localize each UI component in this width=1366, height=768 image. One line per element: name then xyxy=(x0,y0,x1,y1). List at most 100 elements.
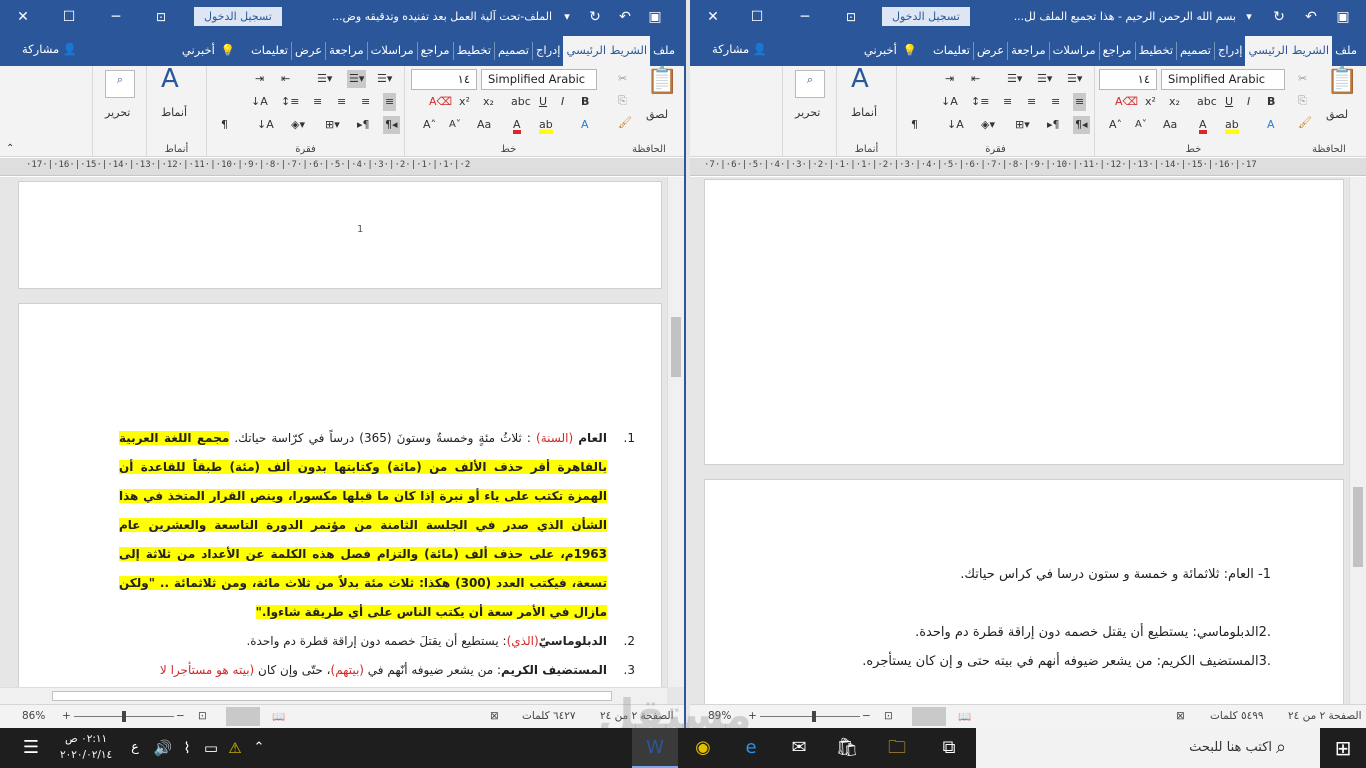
italic-icon[interactable]: I xyxy=(1247,93,1250,111)
bold-icon[interactable]: B xyxy=(581,93,589,111)
increase-indent-icon[interactable]: ⇥ xyxy=(255,70,264,88)
decrease-indent-icon[interactable]: ⇤ xyxy=(281,70,290,88)
redo-icon[interactable]: ↻ xyxy=(584,8,606,26)
document-area[interactable]: 1 1. العام (السنة) : ثلاثُ مئةٍ وخمسةٌ و… xyxy=(0,177,684,704)
signin-button[interactable]: تسجيل الدخول xyxy=(194,7,282,26)
document-page[interactable]: 1. العام (السنة) : ثلاثُ مئةٍ وخمسةٌ وست… xyxy=(18,303,662,704)
italic-icon[interactable]: I xyxy=(561,93,564,111)
tab-insert[interactable]: إدراج xyxy=(533,34,564,66)
word-count[interactable]: ٦٤٢٧ كلمات xyxy=(522,710,576,722)
styles-icon[interactable]: A xyxy=(851,66,869,92)
ltr-direction-icon[interactable]: ▸¶ xyxy=(1047,116,1060,134)
chrome-icon[interactable]: ◉ xyxy=(680,728,726,768)
task-view-icon[interactable]: ⧉ xyxy=(926,728,972,768)
superscript-icon[interactable]: x² xyxy=(1145,93,1156,111)
zoom-level[interactable]: 89% xyxy=(708,710,731,722)
tab-help[interactable]: تعليمات xyxy=(248,34,291,66)
collapse-ribbon-icon[interactable]: ⌃ xyxy=(6,140,14,158)
sort-icon[interactable]: ↓A xyxy=(251,93,268,111)
tab-file[interactable]: ملف xyxy=(650,34,678,66)
scroll-thumb[interactable] xyxy=(1353,487,1363,567)
zoom-level[interactable]: 86% xyxy=(22,710,45,722)
tab-file[interactable]: ملف xyxy=(1332,34,1360,66)
decrease-indent-icon[interactable]: ⇤ xyxy=(971,70,980,88)
sort-desc-icon[interactable]: ↓A xyxy=(257,116,274,134)
show-marks-icon[interactable]: ¶ xyxy=(911,116,918,134)
font-name-combo[interactable]: Simplified Arabic xyxy=(481,69,597,90)
tab-references[interactable]: مراجع xyxy=(1100,34,1135,66)
grow-font-icon[interactable]: A˄ xyxy=(1109,116,1122,134)
clock[interactable]: ٠٢:١١ ص ٢٠٢٠/٠٢/١٤ xyxy=(60,731,112,763)
close-icon[interactable]: ✕ xyxy=(702,8,724,26)
read-mode-icon[interactable]: 📖 xyxy=(272,710,285,723)
rtl-direction-icon[interactable]: ¶◂ xyxy=(1073,116,1090,134)
customize-qat-icon[interactable]: ▾ xyxy=(1238,8,1260,26)
justify-icon[interactable]: ≡ xyxy=(1051,93,1060,111)
cut-icon[interactable]: ✂ xyxy=(1298,70,1307,88)
store-icon[interactable]: 🛍 xyxy=(824,728,870,768)
multilevel-list-icon[interactable]: ☰▾ xyxy=(1067,70,1082,88)
zoom-slider[interactable] xyxy=(760,716,860,717)
styles-icon[interactable]: A xyxy=(161,66,179,92)
maximize-icon[interactable]: ☐ xyxy=(746,8,768,26)
focus-mode-icon[interactable]: ⊡ xyxy=(884,710,893,722)
shading-icon[interactable]: ◈▾ xyxy=(981,116,995,134)
tab-design[interactable]: تصميم xyxy=(495,34,532,66)
clear-formatting-icon[interactable]: A⌫ xyxy=(429,93,452,111)
tab-review[interactable]: مراجعة xyxy=(1008,34,1049,66)
horizontal-ruler[interactable]: ·7·|·6·|·5·|·4·|·3·|·2·|·1·|·1·|·2·|·3·|… xyxy=(690,158,1366,176)
zoom-out-icon[interactable]: + xyxy=(62,710,71,722)
cut-icon[interactable]: ✂ xyxy=(618,70,627,88)
tab-mailings[interactable]: مراسلات xyxy=(368,34,417,66)
rtl-direction-icon[interactable]: ¶◂ xyxy=(383,116,400,134)
lightbulb-icon[interactable]: 💡 xyxy=(218,34,238,66)
taskbar-search[interactable]: اكتب هنا للبحث ⌕ xyxy=(976,728,1320,768)
copy-icon[interactable]: ⎘ xyxy=(1298,92,1307,110)
align-left-icon[interactable]: ≡ xyxy=(1003,93,1012,111)
tab-layout[interactable]: تخطيط xyxy=(454,34,494,66)
align-right-icon[interactable]: ≡ xyxy=(383,93,397,111)
tab-view[interactable]: عرض xyxy=(974,34,1007,66)
paste-icon[interactable]: 📋 xyxy=(1326,68,1358,94)
document-text[interactable]: 1. العام (السنة) : ثلاثُ مئةٍ وخمسةٌ وست… xyxy=(119,424,635,685)
mail-icon[interactable]: ✉ xyxy=(776,728,822,768)
font-color-icon[interactable]: A xyxy=(513,116,521,134)
align-right-icon[interactable]: ≡ xyxy=(1073,93,1087,111)
minimize-icon[interactable]: ─ xyxy=(105,8,127,26)
borders-icon[interactable]: ⊞▾ xyxy=(1015,116,1030,134)
undo-icon[interactable]: ↶ xyxy=(1300,8,1322,26)
focus-mode-icon[interactable]: ⊡ xyxy=(198,710,207,722)
accessibility-icon[interactable]: ⊠ xyxy=(490,710,499,722)
tab-design[interactable]: تصميم xyxy=(1177,34,1214,66)
line-spacing-icon[interactable]: ↕≡ xyxy=(971,93,989,111)
tab-insert[interactable]: إدراج xyxy=(1215,34,1246,66)
shrink-font-icon[interactable]: A˅ xyxy=(1135,116,1147,134)
maximize-icon[interactable]: ☐ xyxy=(58,8,80,26)
accessibility-icon[interactable]: ⊠ xyxy=(1176,710,1185,722)
save-icon[interactable]: ▣ xyxy=(644,8,666,26)
copy-icon[interactable]: ⎘ xyxy=(618,92,627,110)
print-layout-icon[interactable] xyxy=(912,707,946,726)
ribbon-display-icon[interactable]: ⊡ xyxy=(840,8,862,26)
tab-layout[interactable]: تخطيط xyxy=(1136,34,1176,66)
align-left-icon[interactable]: ≡ xyxy=(313,93,322,111)
horizontal-scrollbar[interactable] xyxy=(0,687,667,704)
find-icon[interactable]: ⌕ xyxy=(795,70,825,98)
tell-me-input[interactable]: أخبرني xyxy=(179,34,218,66)
page-indicator[interactable]: الصفحة ٢ من ٢٤ xyxy=(1288,710,1362,722)
font-size-combo[interactable]: ١٤ xyxy=(411,69,477,90)
signin-button[interactable]: تسجيل الدخول xyxy=(882,7,970,26)
superscript-icon[interactable]: x² xyxy=(459,93,470,111)
zoom-in-icon[interactable]: − xyxy=(176,710,185,722)
page-indicator[interactable]: الصفحة ٢ من ٢٤ xyxy=(600,710,674,722)
tab-home[interactable]: الشريط الرئيسي xyxy=(563,34,651,66)
tab-view[interactable]: عرض xyxy=(292,34,325,66)
lightbulb-icon[interactable]: 💡 xyxy=(900,34,920,66)
clear-formatting-icon[interactable]: A⌫ xyxy=(1115,93,1138,111)
strikethrough-icon[interactable]: abc xyxy=(1197,93,1217,111)
multilevel-list-icon[interactable]: ☰▾ xyxy=(377,70,392,88)
edge-icon[interactable]: e xyxy=(728,728,774,768)
tab-home[interactable]: الشريط الرئيسي xyxy=(1245,34,1333,66)
font-name-combo[interactable]: Simplified Arabic xyxy=(1161,69,1285,90)
highlight-color-icon[interactable]: ab xyxy=(539,116,553,134)
